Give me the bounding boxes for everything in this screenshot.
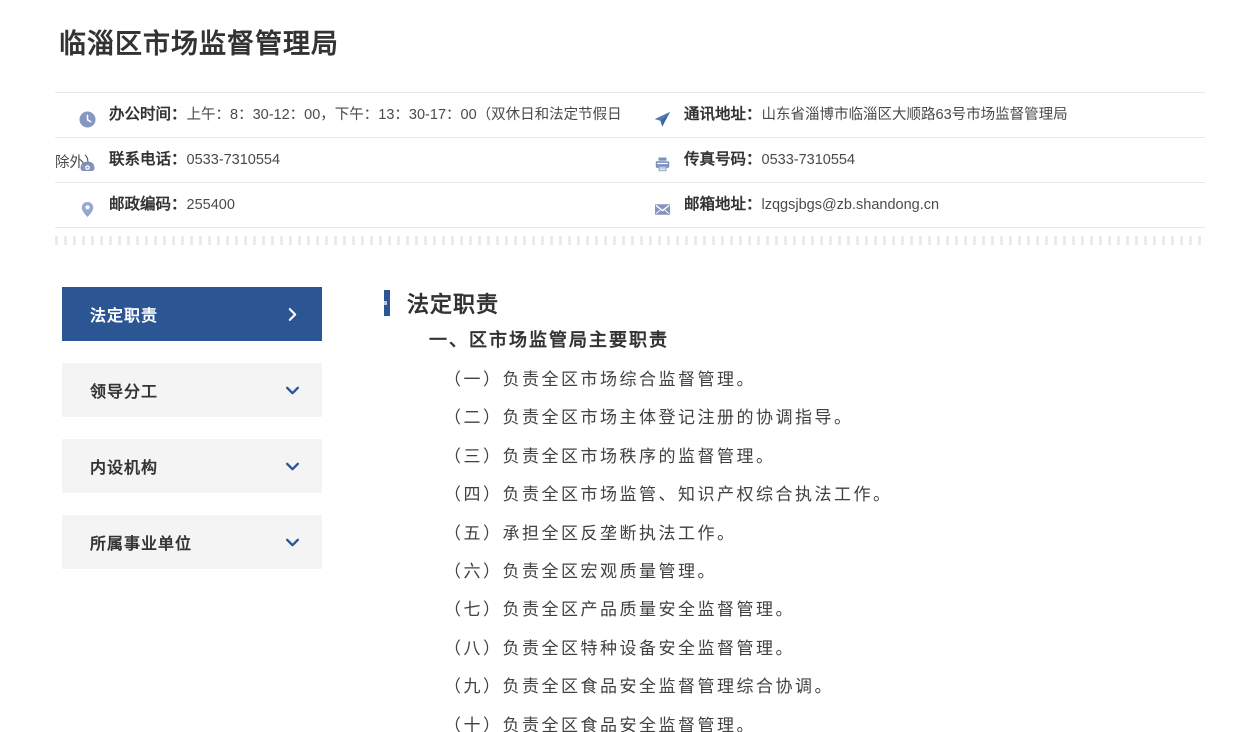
chevron-down-icon <box>285 459 300 474</box>
duty-item: （八）负责全区特种设备安全监督管理。 <box>444 638 795 658</box>
duty-item: （五）承担全区反垄断执法工作。 <box>444 523 737 543</box>
contact-label: 联系电话： <box>109 151 187 168</box>
section-title: 法定职责 <box>407 292 500 317</box>
sidebar-item-label: 内设机构 <box>90 460 159 477</box>
contact-phone: 联系电话：0533-7310554 <box>55 138 630 183</box>
contact-label: 邮箱地址： <box>684 196 762 213</box>
duty-item: （十）负责全区食品安全监督管理。 <box>444 715 756 732</box>
duty-item: （九）负责全区食品安全监督管理综合协调。 <box>444 677 834 697</box>
contact-postcode: 邮政编码：255400 <box>55 183 630 228</box>
section-header: 法定职责 <box>384 287 1205 319</box>
contact-fax: 传真号码：0533-7310554 <box>630 138 1205 183</box>
location-pin-icon <box>79 201 96 218</box>
content-area: 法定职责 领导分工 内设机构 所属事业单位 法定职责 一、区市场监管局主要职责 … <box>55 287 1205 732</box>
contact-label: 通讯地址： <box>684 106 762 123</box>
contact-email: 邮箱地址：lzqgsjbgs@zb.shandong.cn <box>630 183 1205 228</box>
sidebar-item-internal-orgs[interactable]: 内设机构 <box>62 439 322 493</box>
duty-item: （一）负责全区市场综合监督管理。 <box>444 370 756 389</box>
duty-item: （二）负责全区市场主体登记注册的协调指导。 <box>444 408 854 428</box>
sidebar-item-label: 法定职责 <box>90 308 159 325</box>
contact-info-grid: 办公时间：上午：8：30-12：00，下午：13：30-17：00（双休日和法定… <box>55 92 1205 228</box>
contact-value: lzqgsjbgs@zb.shandong.cn <box>761 197 940 213</box>
mail-icon <box>654 201 671 218</box>
contact-value: 0533-7310554 <box>186 152 281 168</box>
section-marker-icon <box>384 290 390 316</box>
fax-printer-icon <box>654 156 671 173</box>
sidebar-item-label: 领导分工 <box>90 384 159 401</box>
dashed-separator <box>55 236 1205 245</box>
main-content: 法定职责 一、区市场监管局主要职责 （一）负责全区市场综合监督管理。 （二）负责… <box>384 287 1205 732</box>
duties-list: （一）负责全区市场综合监督管理。 （二）负责全区市场主体登记注册的协调指导。 （… <box>444 361 1205 732</box>
duty-item: （三）负责全区市场秩序的监督管理。 <box>444 446 776 466</box>
sidebar-menu: 法定职责 领导分工 内设机构 所属事业单位 <box>62 287 322 732</box>
contact-value: 0533-7310554 <box>761 152 856 168</box>
contact-label: 传真号码： <box>684 151 762 168</box>
contact-label: 邮政编码： <box>109 196 187 213</box>
duty-item: （七）负责全区产品质量安全监督管理。 <box>444 600 795 620</box>
sidebar-item-leadership[interactable]: 领导分工 <box>62 363 322 417</box>
contact-address: 通讯地址：山东省淄博市临淄区大顺路63号市场监督管理局 <box>630 93 1205 138</box>
chevron-right-icon <box>285 307 300 322</box>
contact-value: 山东省淄博市临淄区大顺路63号市场监督管理局 <box>761 107 1068 123</box>
phone-icon <box>79 156 96 173</box>
sidebar-item-label: 所属事业单位 <box>90 536 193 553</box>
sidebar-item-affiliated-units[interactable]: 所属事业单位 <box>62 515 322 569</box>
contact-office-hours: 办公时间：上午：8：30-12：00，下午：13：30-17：00（双休日和法定… <box>55 93 630 171</box>
chevron-down-icon <box>285 383 300 398</box>
duty-item: （四）负责全区市场监管、知识产权综合执法工作。 <box>444 485 893 505</box>
chevron-down-icon <box>285 535 300 550</box>
contact-value: 255400 <box>186 197 235 213</box>
clock-icon <box>79 111 96 128</box>
page-title: 临淄区市场监督管理局 <box>59 29 339 59</box>
contact-label: 办公时间： <box>109 106 187 123</box>
sidebar-item-duties[interactable]: 法定职责 <box>62 287 322 341</box>
page: 临淄区市场监督管理局 办公时间：上午：8：30-12：00，下午：13：30-1… <box>0 0 1260 732</box>
duty-item: （六）负责全区宏观质量管理。 <box>444 562 717 582</box>
subsection-title: 一、区市场监管局主要职责 <box>429 330 669 350</box>
send-icon <box>654 111 671 128</box>
